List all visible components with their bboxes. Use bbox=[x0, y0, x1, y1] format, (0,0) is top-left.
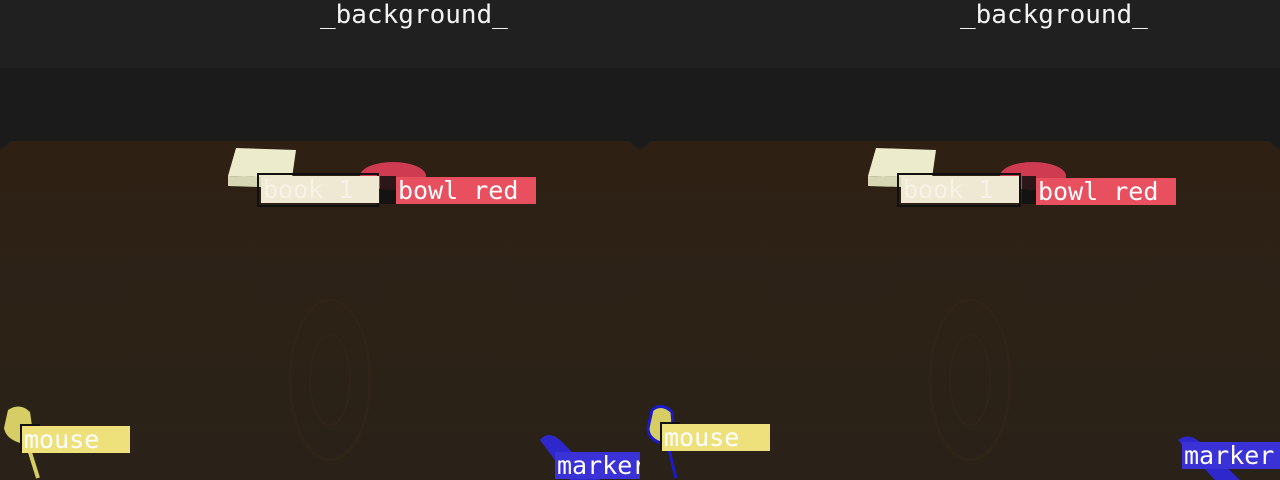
background-label: _background_ bbox=[960, 0, 1148, 30]
right-scene bbox=[640, 0, 1280, 480]
left-scene bbox=[0, 0, 640, 480]
bowl-box-edge bbox=[380, 176, 396, 204]
background-label: _background_ bbox=[320, 0, 508, 30]
book-label: book_1 bbox=[901, 176, 1019, 203]
marker-label: marker bbox=[555, 452, 640, 479]
mouse-label: mouse bbox=[662, 424, 770, 451]
book-label: book_1 bbox=[261, 176, 379, 203]
wall-back bbox=[640, 68, 1280, 148]
mouse-label: mouse bbox=[22, 426, 130, 453]
right-camera-panel: _background_ book_1 bowl_red mouse marke… bbox=[640, 0, 1280, 480]
bowl-box-edge bbox=[1022, 176, 1036, 204]
bowl-label: bowl_red bbox=[396, 177, 536, 204]
left-camera-panel: _background_ book_1 bowl_red mouse marke… bbox=[0, 0, 640, 480]
bowl-label: bowl_red bbox=[1036, 178, 1176, 205]
marker-label: marker bbox=[1182, 442, 1280, 469]
wall-back bbox=[0, 68, 640, 148]
segmentation-viewer: _background_ book_1 bowl_red mouse marke… bbox=[0, 0, 1280, 480]
